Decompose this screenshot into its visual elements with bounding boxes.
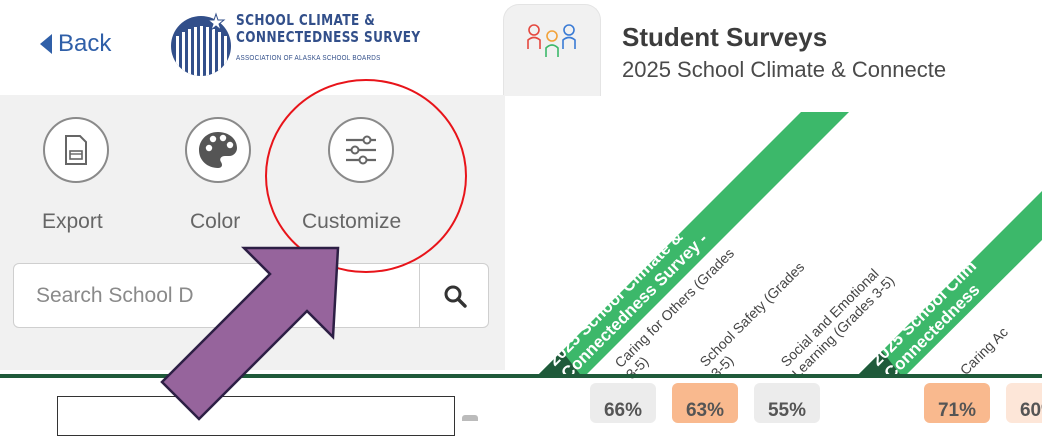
search-box [13, 263, 489, 328]
back-arrow-icon [40, 34, 52, 54]
export-button[interactable] [43, 117, 109, 183]
back-label: Back [58, 30, 112, 57]
survey-logo-emblem [171, 12, 231, 76]
document-icon [65, 135, 87, 165]
back-button[interactable]: Back [40, 30, 111, 58]
customize-button[interactable] [328, 117, 394, 183]
color-button[interactable] [185, 117, 251, 183]
search-button[interactable] [419, 264, 490, 327]
value-cell: 55% [754, 383, 820, 423]
logo-line-2: CONNECTEDNESS SURVEY [236, 28, 421, 46]
students-icon [527, 24, 576, 57]
palette-icon [199, 132, 237, 168]
tab-student-surveys[interactable] [503, 4, 601, 96]
search-input[interactable] [14, 264, 419, 327]
export-label: Export [42, 210, 103, 233]
value-cell: 66% [590, 383, 656, 423]
page-title: Student Surveys [622, 22, 828, 52]
logo-line-3: ASSOCIATION OF ALASKA SCHOOL BOARDS [236, 55, 381, 62]
page-subtitle: 2025 School Climate & Connecte [622, 57, 947, 82]
annotation-box [57, 396, 455, 436]
sliders-icon [346, 135, 376, 165]
logo-line-1: SCHOOL CLIMATE & [236, 11, 376, 29]
color-label: Color [190, 210, 241, 233]
customize-label: Customize [302, 210, 402, 233]
value-cell: 60% [1006, 383, 1042, 423]
header-divider [0, 374, 1042, 378]
value-cell: 63% [672, 383, 738, 423]
row-label-fragment [462, 415, 478, 421]
search-icon [444, 285, 467, 308]
logo-text: SCHOOL CLIMATE & CONNECTEDNESS SURVEY [236, 12, 470, 46]
value-cell: 71% [924, 383, 990, 423]
